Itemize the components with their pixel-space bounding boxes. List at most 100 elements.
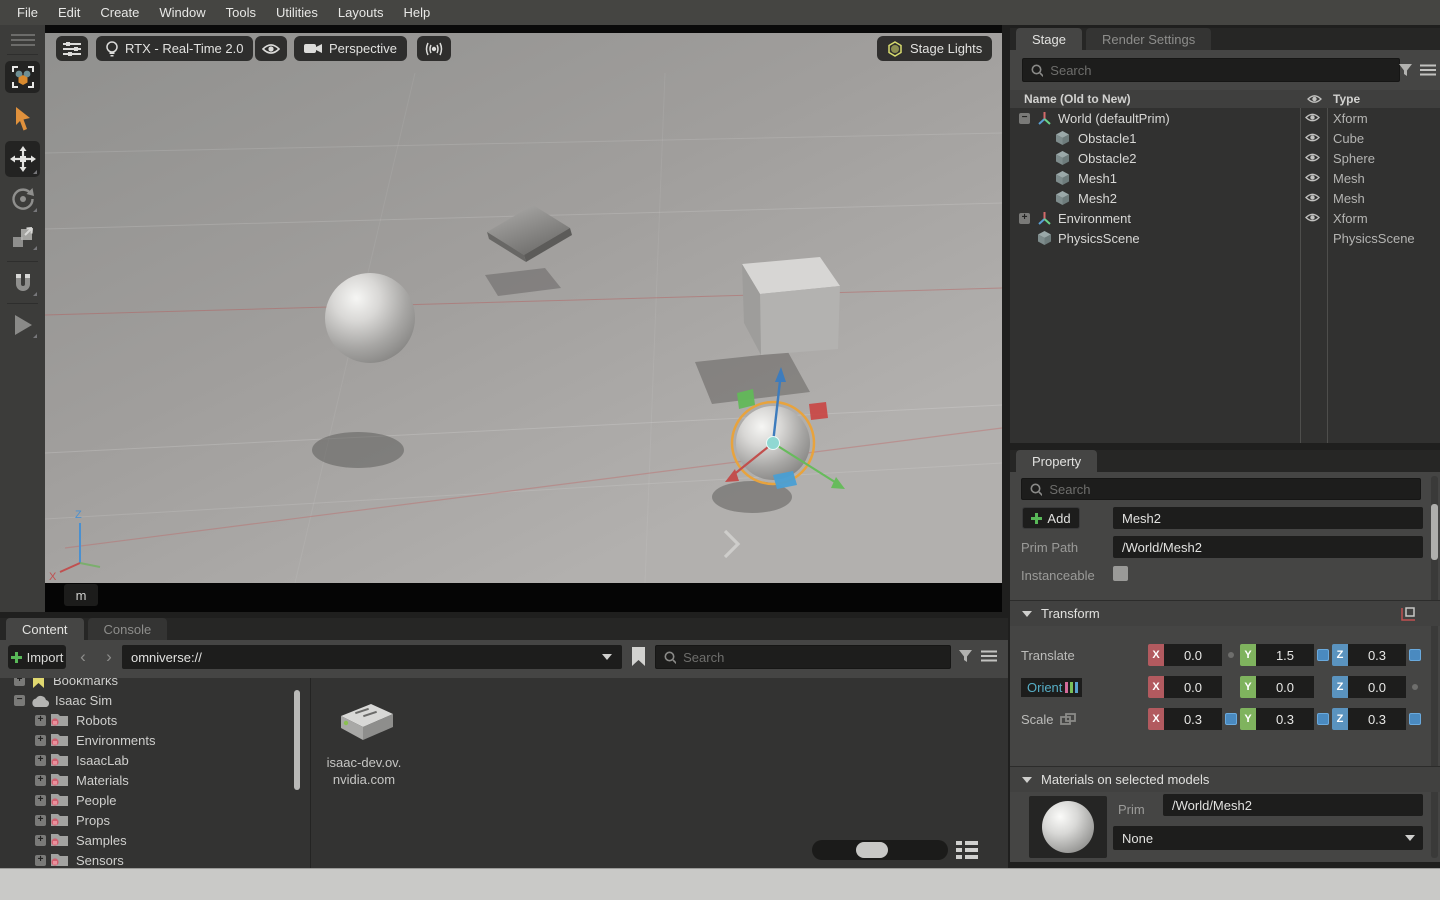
tree-row-isaac-sim[interactable]: − Isaac Sim (0, 690, 300, 710)
menu-help[interactable]: Help (394, 2, 439, 23)
translate-x-field[interactable]: 0.0 (1164, 644, 1222, 666)
obstacle-cube[interactable] (742, 257, 840, 355)
stage-row-obstacle1[interactable]: Obstacle1 Cube (1010, 128, 1440, 148)
stage-row-world[interactable]: − World (defaultPrim) Xform (1010, 108, 1440, 128)
tab-property[interactable]: Property (1016, 450, 1097, 472)
eye-icon[interactable] (1305, 172, 1320, 183)
stage-row-mesh1[interactable]: Mesh1 Mesh (1010, 168, 1440, 188)
stage-lights-button[interactable]: Stage Lights (877, 36, 992, 61)
stage-options-icon[interactable] (1420, 64, 1436, 76)
tree-row-sensors[interactable]: + Sensors (0, 850, 300, 868)
viewport-3d[interactable]: Z X RTX - Real-Time 2.0 (45, 25, 1002, 612)
stage-search-input[interactable] (1050, 63, 1391, 78)
visibility-button[interactable] (255, 36, 287, 61)
renderer-selector[interactable]: RTX - Real-Time 2.0 (96, 36, 253, 61)
obstacle-sphere[interactable] (325, 273, 415, 363)
keyframe-square-icon[interactable] (1409, 649, 1421, 661)
ground-plane[interactable] (45, 33, 1002, 583)
expand-icon[interactable]: + (35, 735, 46, 746)
property-scrollbar-thumb[interactable] (1431, 504, 1438, 560)
keyframe-square-icon[interactable] (1409, 713, 1421, 725)
translate-y-field[interactable]: 1.5 (1256, 644, 1314, 666)
grip-handle-icon[interactable] (5, 30, 40, 50)
expand-icon[interactable]: + (14, 678, 25, 686)
import-button[interactable]: Import (8, 645, 66, 669)
stage-row-physicsscene[interactable]: PhysicsScene PhysicsScene (1010, 228, 1440, 248)
menu-edit[interactable]: Edit (49, 2, 89, 23)
add-property-button[interactable]: Add (1022, 507, 1080, 529)
eye-icon[interactable] (1305, 152, 1320, 163)
move-tool-button[interactable] (5, 141, 40, 177)
tree-row-bookmarks[interactable]: + Bookmarks (0, 678, 300, 690)
expand-icon[interactable]: + (35, 795, 46, 806)
material-dropdown[interactable]: None (1113, 826, 1423, 850)
column-visibility-eye-icon[interactable] (1307, 94, 1322, 104)
translate-z-field[interactable]: 0.3 (1348, 644, 1406, 666)
orient-y-field[interactable]: 0.0 (1256, 676, 1314, 698)
broadcast-button[interactable] (417, 36, 451, 61)
tree-row-isaaclab[interactable]: + IsaacLab (0, 750, 300, 770)
keyframe-dot-icon[interactable] (1412, 684, 1418, 690)
gizmo-center[interactable] (767, 437, 780, 450)
tree-row-props[interactable]: + Props (0, 810, 300, 830)
menu-utilities[interactable]: Utilities (267, 2, 327, 23)
content-tree-scrollbar[interactable] (294, 690, 300, 790)
select-tool-button[interactable] (5, 103, 40, 135)
expand-icon[interactable]: + (35, 815, 46, 826)
materials-section-header[interactable]: Materials on selected models (1010, 766, 1440, 792)
content-search-input[interactable] (683, 650, 942, 665)
path-dropdown-icon[interactable] (602, 654, 612, 660)
tree-row-samples[interactable]: + Samples (0, 830, 300, 850)
content-search[interactable] (655, 645, 951, 669)
tab-stage[interactable]: Stage (1016, 28, 1082, 50)
tab-render-settings[interactable]: Render Settings (1086, 28, 1211, 50)
tree-row-robots[interactable]: + Robots (0, 710, 300, 730)
property-scrollbar[interactable] (1431, 476, 1438, 858)
stage-row-obstacle2[interactable]: Obstacle2 Sphere (1010, 148, 1440, 168)
expand-icon[interactable]: + (35, 775, 46, 786)
scale-tool-button[interactable] (5, 221, 40, 253)
collapse-icon[interactable]: − (14, 695, 25, 706)
collapse-icon[interactable]: − (1019, 113, 1030, 124)
server-item[interactable]: isaac-dev.ov. nvidia.com (314, 698, 414, 788)
icon-size-slider[interactable] (812, 840, 948, 860)
view-toggle-icon[interactable] (956, 840, 978, 860)
property-search[interactable] (1021, 478, 1421, 500)
keyframe-dot-icon[interactable] (1228, 652, 1234, 658)
keyframe-square-icon[interactable] (1317, 713, 1329, 725)
bookmark-icon[interactable] (631, 647, 646, 666)
scene-render[interactable]: Z X (45, 33, 1002, 583)
orient-label[interactable]: Orient (1021, 678, 1082, 697)
transform-reset-icon[interactable] (1400, 606, 1417, 623)
tree-row-people[interactable]: + People (0, 790, 300, 810)
column-type[interactable]: Type (1333, 92, 1360, 106)
menu-file[interactable]: File (8, 2, 47, 23)
eye-icon[interactable] (1305, 192, 1320, 203)
orient-x-field[interactable]: 0.0 (1164, 676, 1222, 698)
column-name[interactable]: Name (Old to New) (1024, 92, 1131, 106)
menu-tools[interactable]: Tools (217, 2, 265, 23)
keyframe-square-icon[interactable] (1317, 649, 1329, 661)
tab-console[interactable]: Console (88, 618, 168, 640)
path-field[interactable]: omniverse:// (122, 645, 622, 669)
instanceable-checkbox[interactable] (1113, 566, 1128, 581)
expand-icon[interactable]: + (35, 755, 46, 766)
selection-mode-button[interactable] (5, 61, 40, 93)
keyframe-square-icon[interactable] (1225, 713, 1237, 725)
expand-icon[interactable]: + (1019, 213, 1030, 224)
orient-z-field[interactable]: 0.0 (1348, 676, 1406, 698)
nav-forward-button[interactable]: › (98, 645, 120, 669)
expand-icon[interactable]: + (35, 855, 46, 866)
tree-row-environments[interactable]: + Environments (0, 730, 300, 750)
gizmo-plane-xz[interactable] (809, 402, 828, 420)
snap-tool-button[interactable] (5, 267, 40, 299)
scale-x-field[interactable]: 0.3 (1164, 708, 1222, 730)
menu-layouts[interactable]: Layouts (329, 2, 393, 23)
camera-selector[interactable]: Perspective (294, 36, 407, 61)
nav-back-button[interactable]: ‹ (72, 645, 94, 669)
scale-y-field[interactable]: 0.3 (1256, 708, 1314, 730)
prim-path-field[interactable]: /World/Mesh2 (1113, 536, 1423, 558)
viewport-options-button[interactable] (56, 36, 88, 61)
unit-scale-label[interactable]: m (64, 584, 98, 606)
play-button[interactable] (5, 309, 40, 341)
